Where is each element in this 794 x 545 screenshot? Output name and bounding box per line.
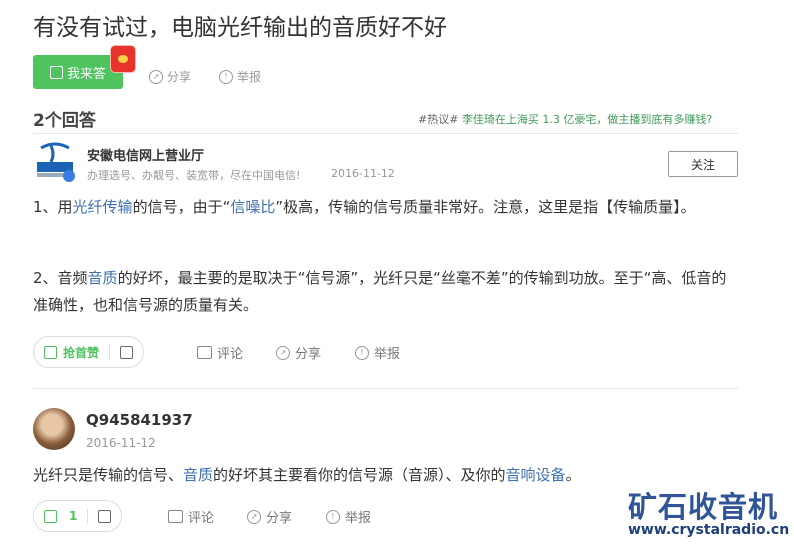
share-icon: ↗ — [247, 509, 261, 524]
answer-button-label: 我来答 — [66, 66, 106, 82]
edit-icon — [49, 65, 63, 79]
avatar[interactable] — [33, 408, 75, 450]
watermark-url: www.crystalradio.cn — [628, 522, 790, 538]
dislike-button[interactable] — [110, 345, 143, 359]
comment-icon — [197, 346, 212, 359]
thumbs-down-icon — [120, 345, 134, 359]
thumbs-up-icon — [44, 509, 57, 523]
answerer-name[interactable]: 安徽电信网上营业厅 — [87, 145, 204, 164]
divider — [33, 133, 738, 134]
share-icon: ↗ — [149, 69, 163, 84]
report-icon: ! — [326, 509, 340, 524]
report-icon: ! — [355, 345, 369, 360]
answer-paragraph: 2、音频音质的好坏，最主要的是取决于“信号源”，光纤只是“丝毫不差”的传输到功放… — [33, 269, 727, 314]
like-button[interactable]: 1 — [34, 509, 87, 523]
answer-paragraph: 1、用光纤传输的信号，由于“信噪比”极高，传输的信号质量非常好。注意，这里是指【… — [33, 198, 696, 216]
answer-count: 2个回答 — [33, 111, 96, 131]
like-count: 1 — [69, 509, 78, 523]
answerer-description: 办理选号、办靓号、装宽带，尽在中国电信! — [87, 169, 301, 182]
question-title: 有没有试过，电脑光纤输出的音质好不好 — [33, 15, 447, 41]
comment-label: 评论 — [217, 347, 244, 362]
hot-tag: #热议# — [418, 113, 459, 126]
answerer-name[interactable]: Q945841937 — [86, 411, 193, 429]
hot-topic[interactable]: #热议# 李佳琦在上海买 1.3 亿豪宅，做主播到底有多赚钱? — [418, 111, 712, 127]
red-envelope-icon[interactable] — [111, 46, 135, 72]
report-label: 举报 — [237, 70, 262, 84]
link-sound-quality[interactable]: 音质 — [183, 466, 213, 484]
report-link[interactable]: ! 举报 — [219, 68, 261, 85]
share-button[interactable]: ↗ 分享 — [247, 507, 292, 526]
hot-topic-link[interactable]: 李佳琦在上海买 1.3 亿豪宅，做主播到底有多赚钱? — [462, 113, 712, 126]
like-label: 抢首赞 — [63, 345, 100, 360]
comment-button[interactable]: 评论 — [197, 343, 243, 362]
share-button[interactable]: ↗ 分享 — [276, 343, 321, 362]
report-label: 举报 — [374, 347, 401, 362]
dislike-button[interactable] — [88, 509, 121, 523]
link-snr[interactable]: 信噪比 — [230, 198, 275, 216]
follow-button[interactable]: 关注 — [668, 151, 738, 177]
thumbs-up-icon — [44, 345, 57, 359]
report-label: 举报 — [345, 511, 372, 526]
link-fiber-transmission[interactable]: 光纤传输 — [73, 198, 133, 216]
comment-label: 评论 — [188, 511, 215, 526]
report-button[interactable]: ! 举报 — [326, 507, 371, 526]
comment-icon — [168, 510, 183, 523]
comment-button[interactable]: 评论 — [168, 507, 214, 526]
share-label: 分享 — [266, 511, 293, 526]
vote-group: 1 — [33, 500, 123, 532]
share-icon: ↗ — [276, 345, 290, 360]
answer-button[interactable]: 我来答 — [33, 55, 123, 89]
answer-date: 2016-11-12 — [331, 167, 395, 180]
thumbs-down-icon — [98, 509, 112, 523]
share-link[interactable]: ↗ 分享 — [149, 68, 191, 85]
verified-badge-icon — [63, 170, 75, 182]
share-label: 分享 — [167, 70, 192, 84]
vote-group: 抢首赞 — [33, 336, 145, 368]
share-label: 分享 — [295, 347, 322, 362]
report-icon: ! — [219, 69, 233, 84]
report-button[interactable]: ! 举报 — [355, 343, 400, 362]
divider — [33, 388, 738, 389]
like-button[interactable]: 抢首赞 — [34, 344, 109, 361]
watermark-title: 矿石收音机 — [628, 490, 779, 524]
answer-date: 2016-11-12 — [86, 436, 156, 450]
link-audio-equipment[interactable]: 音响设备 — [506, 466, 566, 484]
link-sound-quality[interactable]: 音质 — [88, 269, 118, 287]
